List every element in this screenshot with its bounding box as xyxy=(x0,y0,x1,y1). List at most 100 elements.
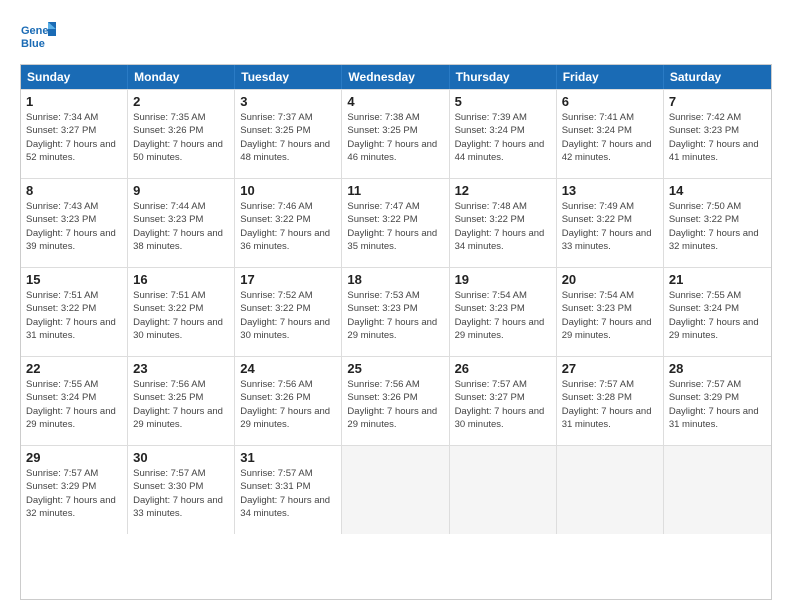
cal-header-monday: Monday xyxy=(128,65,235,89)
day-number: 28 xyxy=(669,361,766,376)
cal-cell-19: 19 Sunrise: 7:54 AMSunset: 3:23 PMDayligh… xyxy=(450,268,557,356)
cal-cell-25: 25 Sunrise: 7:56 AMSunset: 3:26 PMDayligh… xyxy=(342,357,449,445)
cal-cell-21: 21Sunrise: 7:55 AMSunset: 3:24 PMDayligh… xyxy=(664,268,771,356)
day-number: 15 xyxy=(26,272,122,287)
calendar-header: SundayMondayTuesdayWednesdayThursdayFrid… xyxy=(21,65,771,89)
cell-info: Sunrise: 7:51 AMSunset: 3:22 PMDaylight:… xyxy=(26,289,122,342)
cal-cell-empty xyxy=(664,446,771,534)
cal-header-thursday: Thursday xyxy=(450,65,557,89)
cal-cell-24: 24Sunrise: 7:56 AMSunset: 3:26 PMDayligh… xyxy=(235,357,342,445)
cell-info: Sunrise: 7:50 AMSunset: 3:22 PMDaylight:… xyxy=(669,200,766,253)
day-number: 8 xyxy=(26,183,122,198)
cal-cell-30: 30Sunrise: 7:57 AMSunset: 3:30 PMDayligh… xyxy=(128,446,235,534)
cal-header-wednesday: Wednesday xyxy=(342,65,449,89)
cell-info: Sunrise: 7:57 AMSunset: 3:31 PMDaylight:… xyxy=(240,467,336,520)
cell-info: Sunrise: 7:51 AMSunset: 3:22 PMDaylight:… xyxy=(133,289,229,342)
cal-cell-9: 9 Sunrise: 7:44 AMSunset: 3:23 PMDaylight… xyxy=(128,179,235,267)
cal-header-saturday: Saturday xyxy=(664,65,771,89)
cell-info: Sunrise: 7:57 AMSunset: 3:29 PMDaylight:… xyxy=(669,378,766,431)
cell-info: Sunrise: 7:54 AMSunset: 3:23 PMDaylight:… xyxy=(562,289,658,342)
cal-row-3: 22Sunrise: 7:55 AMSunset: 3:24 PMDayligh… xyxy=(21,356,771,445)
cell-info: Sunrise: 7:52 AMSunset: 3:22 PMDaylight:… xyxy=(240,289,336,342)
day-number: 20 xyxy=(562,272,658,287)
cal-row-1: 8 Sunrise: 7:43 AMSunset: 3:23 PMDaylight… xyxy=(21,178,771,267)
day-number: 25 xyxy=(347,361,443,376)
cal-cell-22: 22Sunrise: 7:55 AMSunset: 3:24 PMDayligh… xyxy=(21,357,128,445)
cell-info: Sunrise: 7:42 AMSunset: 3:23 PMDaylight:… xyxy=(669,111,766,164)
cal-cell-2: 2Sunrise: 7:35 AMSunset: 3:26 PMDaylight… xyxy=(128,90,235,178)
cell-info: Sunrise: 7:47 AMSunset: 3:22 PMDaylight:… xyxy=(347,200,443,253)
day-number: 24 xyxy=(240,361,336,376)
cal-cell-1: 1Sunrise: 7:34 AMSunset: 3:27 PMDaylight… xyxy=(21,90,128,178)
cell-info: Sunrise: 7:37 AMSunset: 3:25 PMDaylight:… xyxy=(240,111,336,164)
cal-cell-17: 17 Sunrise: 7:52 AMSunset: 3:22 PMDayligh… xyxy=(235,268,342,356)
cal-cell-6: 6 Sunrise: 7:41 AMSunset: 3:24 PMDaylight… xyxy=(557,90,664,178)
cell-info: Sunrise: 7:57 AMSunset: 3:29 PMDaylight:… xyxy=(26,467,122,520)
cell-info: Sunrise: 7:55 AMSunset: 3:24 PMDaylight:… xyxy=(26,378,122,431)
cell-info: Sunrise: 7:49 AMSunset: 3:22 PMDaylight:… xyxy=(562,200,658,253)
calendar: SundayMondayTuesdayWednesdayThursdayFrid… xyxy=(20,64,772,600)
day-number: 26 xyxy=(455,361,551,376)
day-number: 4 xyxy=(347,94,443,109)
cell-info: Sunrise: 7:56 AMSunset: 3:26 PMDaylight:… xyxy=(347,378,443,431)
cal-row-0: 1Sunrise: 7:34 AMSunset: 3:27 PMDaylight… xyxy=(21,89,771,178)
day-number: 12 xyxy=(455,183,551,198)
cal-header-tuesday: Tuesday xyxy=(235,65,342,89)
cell-info: Sunrise: 7:44 AMSunset: 3:23 PMDaylight:… xyxy=(133,200,229,253)
cal-cell-29: 29 Sunrise: 7:57 AMSunset: 3:29 PMDayligh… xyxy=(21,446,128,534)
cell-info: Sunrise: 7:57 AMSunset: 3:28 PMDaylight:… xyxy=(562,378,658,431)
logo: General Blue xyxy=(20,18,56,54)
cal-row-2: 15 Sunrise: 7:51 AMSunset: 3:22 PMDayligh… xyxy=(21,267,771,356)
cal-cell-13: 13 Sunrise: 7:49 AMSunset: 3:22 PMDayligh… xyxy=(557,179,664,267)
day-number: 18 xyxy=(347,272,443,287)
cell-info: Sunrise: 7:41 AMSunset: 3:24 PMDaylight:… xyxy=(562,111,658,164)
cal-row-4: 29 Sunrise: 7:57 AMSunset: 3:29 PMDayligh… xyxy=(21,445,771,534)
calendar-body: 1Sunrise: 7:34 AMSunset: 3:27 PMDaylight… xyxy=(21,89,771,534)
day-number: 9 xyxy=(133,183,229,198)
cell-info: Sunrise: 7:43 AMSunset: 3:23 PMDaylight:… xyxy=(26,200,122,253)
cal-cell-3: 3 Sunrise: 7:37 AMSunset: 3:25 PMDaylight… xyxy=(235,90,342,178)
cell-info: Sunrise: 7:46 AMSunset: 3:22 PMDaylight:… xyxy=(240,200,336,253)
cell-info: Sunrise: 7:48 AMSunset: 3:22 PMDaylight:… xyxy=(455,200,551,253)
header: General Blue xyxy=(20,18,772,54)
cell-info: Sunrise: 7:55 AMSunset: 3:24 PMDaylight:… xyxy=(669,289,766,342)
day-number: 11 xyxy=(347,183,443,198)
day-number: 5 xyxy=(455,94,551,109)
day-number: 10 xyxy=(240,183,336,198)
cal-cell-14: 14 Sunrise: 7:50 AMSunset: 3:22 PMDayligh… xyxy=(664,179,771,267)
day-number: 17 xyxy=(240,272,336,287)
day-number: 13 xyxy=(562,183,658,198)
cal-cell-28: 28 Sunrise: 7:57 AMSunset: 3:29 PMDayligh… xyxy=(664,357,771,445)
day-number: 29 xyxy=(26,450,122,465)
cal-cell-8: 8 Sunrise: 7:43 AMSunset: 3:23 PMDaylight… xyxy=(21,179,128,267)
cal-cell-20: 20 Sunrise: 7:54 AMSunset: 3:23 PMDayligh… xyxy=(557,268,664,356)
cal-cell-4: 4Sunrise: 7:38 AMSunset: 3:25 PMDaylight… xyxy=(342,90,449,178)
day-number: 1 xyxy=(26,94,122,109)
cal-cell-empty xyxy=(557,446,664,534)
day-number: 2 xyxy=(133,94,229,109)
cell-info: Sunrise: 7:54 AMSunset: 3:23 PMDaylight:… xyxy=(455,289,551,342)
cal-header-friday: Friday xyxy=(557,65,664,89)
cal-cell-empty xyxy=(342,446,449,534)
cal-cell-23: 23Sunrise: 7:56 AMSunset: 3:25 PMDayligh… xyxy=(128,357,235,445)
cal-cell-16: 16Sunrise: 7:51 AMSunset: 3:22 PMDayligh… xyxy=(128,268,235,356)
svg-text:Blue: Blue xyxy=(21,38,45,50)
day-number: 3 xyxy=(240,94,336,109)
cal-cell-12: 12 Sunrise: 7:48 AMSunset: 3:22 PMDayligh… xyxy=(450,179,557,267)
cal-cell-7: 7Sunrise: 7:42 AMSunset: 3:23 PMDaylight… xyxy=(664,90,771,178)
cal-cell-11: 11 Sunrise: 7:47 AMSunset: 3:22 PMDayligh… xyxy=(342,179,449,267)
cal-cell-5: 5Sunrise: 7:39 AMSunset: 3:24 PMDaylight… xyxy=(450,90,557,178)
cal-cell-18: 18Sunrise: 7:53 AMSunset: 3:23 PMDayligh… xyxy=(342,268,449,356)
day-number: 19 xyxy=(455,272,551,287)
page: General Blue SundayMondayTuesdayWednesda… xyxy=(0,0,792,612)
cell-info: Sunrise: 7:57 AMSunset: 3:30 PMDaylight:… xyxy=(133,467,229,520)
cell-info: Sunrise: 7:56 AMSunset: 3:25 PMDaylight:… xyxy=(133,378,229,431)
cal-cell-26: 26 Sunrise: 7:57 AMSunset: 3:27 PMDayligh… xyxy=(450,357,557,445)
day-number: 14 xyxy=(669,183,766,198)
cell-info: Sunrise: 7:57 AMSunset: 3:27 PMDaylight:… xyxy=(455,378,551,431)
day-number: 6 xyxy=(562,94,658,109)
day-number: 27 xyxy=(562,361,658,376)
cal-header-sunday: Sunday xyxy=(21,65,128,89)
logo-svg: General Blue xyxy=(20,18,56,54)
cal-cell-31: 31Sunrise: 7:57 AMSunset: 3:31 PMDayligh… xyxy=(235,446,342,534)
